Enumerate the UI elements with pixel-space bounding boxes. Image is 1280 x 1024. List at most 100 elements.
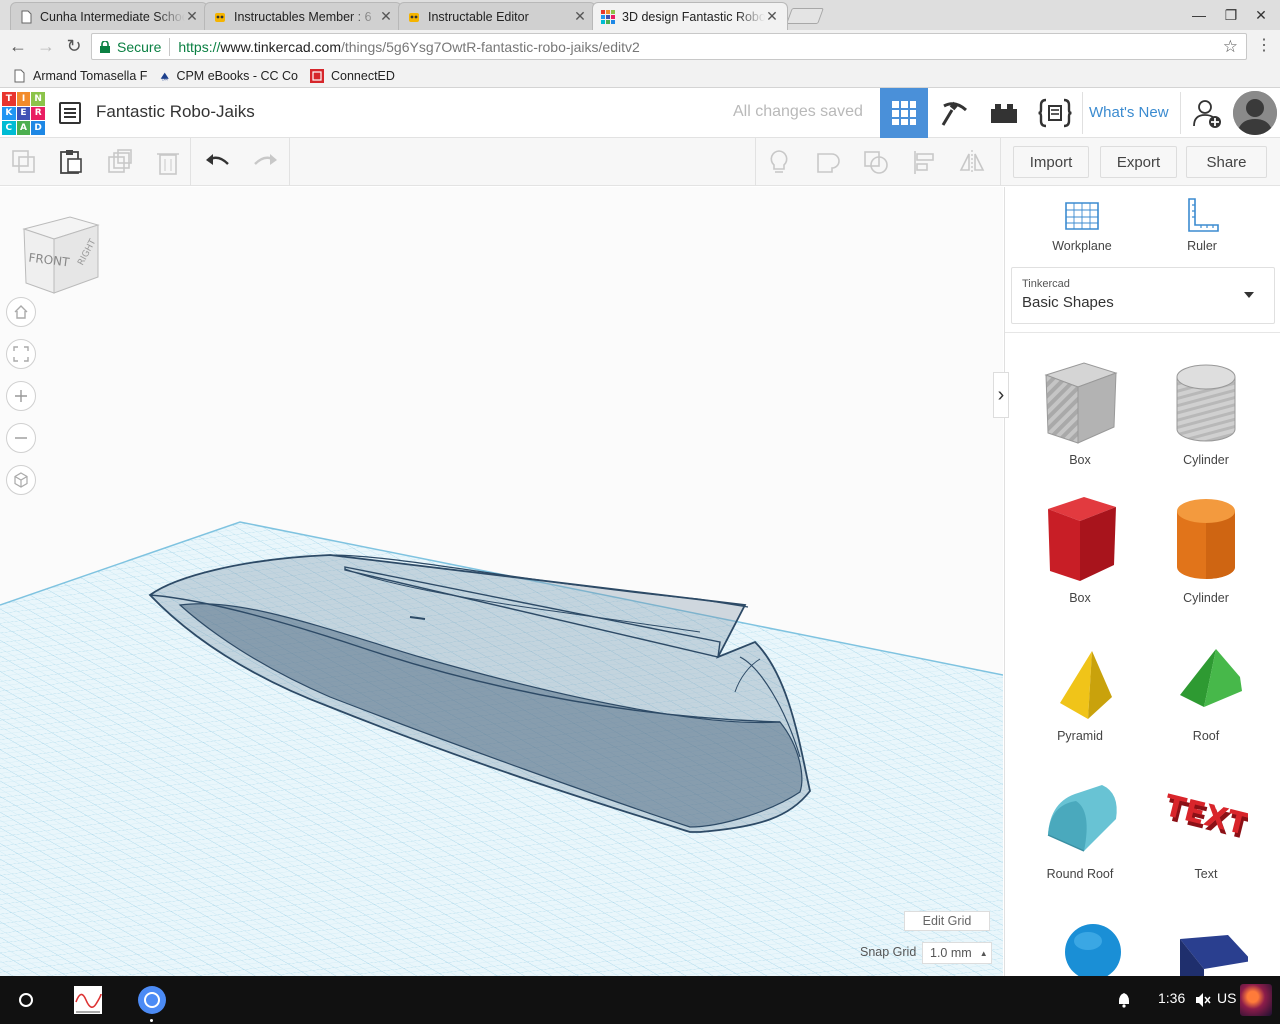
- browser-toolbar: ← → ↻ Secure https://www.tinkercad.com/t…: [0, 30, 1280, 63]
- group-icon[interactable]: [814, 148, 842, 176]
- minimize-icon[interactable]: —: [1190, 6, 1208, 24]
- tab-title: Instructable Editor: [428, 9, 529, 24]
- copy-icon[interactable]: [10, 148, 38, 176]
- clock[interactable]: 1:36: [1158, 990, 1185, 1006]
- export-button[interactable]: Export: [1100, 146, 1177, 178]
- design-title[interactable]: Fantastic Robo-Jaiks: [96, 102, 255, 122]
- browser-tab[interactable]: Instructables Member : 6 ✕: [204, 2, 402, 30]
- notification-bell-icon[interactable]: [1117, 992, 1131, 1008]
- back-arrow-icon[interactable]: ←: [6, 34, 30, 58]
- bricks-mode-button[interactable]: [980, 88, 1028, 138]
- cube-outline-icon: [14, 472, 28, 488]
- close-window-icon[interactable]: ✕: [1252, 6, 1270, 24]
- bookmark-label: CPM eBooks - CC Co: [176, 69, 298, 83]
- paste-icon[interactable]: [57, 148, 85, 176]
- duplicate-icon[interactable]: [106, 148, 134, 176]
- launcher-icon[interactable]: [10, 984, 42, 1016]
- new-tab-button[interactable]: [786, 8, 824, 24]
- whats-new-link[interactable]: What's New: [1089, 104, 1169, 121]
- divider: [1180, 92, 1181, 134]
- edit-grid-button[interactable]: Edit Grid: [904, 911, 990, 931]
- restore-icon[interactable]: ❐: [1222, 6, 1240, 24]
- bookmark-item[interactable]: ConnectED: [310, 67, 395, 85]
- workplane-tool[interactable]: Workplane: [1042, 197, 1122, 253]
- shape-sphere[interactable]: [1025, 909, 1135, 976]
- 3d-workspace[interactable]: FRONT RIGHT Edit Grid Snap Grid 1.0 mm ▲: [0, 187, 1003, 976]
- import-button[interactable]: Import: [1013, 146, 1089, 178]
- ungroup-icon[interactable]: [862, 148, 890, 176]
- instructables-robot-icon: [409, 12, 419, 22]
- browser-tab[interactable]: Cunha Intermediate School ✕: [10, 2, 208, 30]
- muted-volume-icon[interactable]: [1195, 992, 1211, 1008]
- close-tab-icon[interactable]: ✕: [573, 8, 587, 25]
- address-bar[interactable]: Secure https://www.tinkercad.com/things/…: [91, 33, 1247, 60]
- browser-tab[interactable]: Instructable Editor ✕: [398, 2, 596, 30]
- graphing-app-icon[interactable]: [72, 984, 104, 1016]
- snap-grid-select[interactable]: 1.0 mm ▲: [922, 942, 992, 964]
- bookmark-item[interactable]: CPM CPM eBooks - CC Co: [160, 67, 298, 85]
- library-name: Basic Shapes: [1022, 294, 1114, 311]
- align-icon[interactable]: [911, 148, 939, 176]
- bookmark-item[interactable]: Armand Tomasella F: [12, 67, 148, 85]
- close-tab-icon[interactable]: ✕: [765, 8, 779, 25]
- codeblocks-button[interactable]: [1030, 88, 1080, 138]
- delete-icon[interactable]: [154, 148, 182, 176]
- close-tab-icon[interactable]: ✕: [379, 8, 393, 25]
- save-status: All changes saved: [733, 103, 863, 120]
- instructables-robot-icon: [215, 12, 225, 22]
- home-view-button[interactable]: [6, 297, 36, 327]
- 3d-view-button[interactable]: [880, 88, 928, 138]
- shape-cylinder-hole[interactable]: Cylinder: [1151, 357, 1261, 467]
- shape-cylinder[interactable]: Cylinder: [1151, 495, 1261, 605]
- divider: [190, 138, 191, 186]
- shape-library-select[interactable]: Tinkercad Basic Shapes: [1011, 267, 1275, 324]
- shape-text[interactable]: TEXT TEXT Text: [1151, 771, 1261, 881]
- close-tab-icon[interactable]: ✕: [185, 8, 199, 25]
- shape-pyramid[interactable]: Pyramid: [1025, 633, 1135, 743]
- browser-tab-active[interactable]: 3D design Fantastic Robo-Jaiks | Tinkerc…: [592, 2, 788, 30]
- user-account-avatar[interactable]: [1240, 984, 1272, 1016]
- reload-icon[interactable]: ↻: [62, 34, 86, 58]
- minus-icon: [15, 437, 27, 439]
- forward-arrow-icon[interactable]: →: [34, 34, 58, 58]
- add-user-button[interactable]: [1186, 88, 1228, 138]
- workplane-grid[interactable]: [0, 187, 1003, 976]
- zoom-in-button[interactable]: [6, 381, 36, 411]
- box-hole-icon: [1044, 362, 1118, 444]
- library-source-label: Tinkercad: [1022, 278, 1070, 290]
- input-method[interactable]: US: [1217, 990, 1236, 1006]
- view-cube[interactable]: FRONT RIGHT: [20, 215, 102, 297]
- stepper-arrow-icon: ▲: [979, 948, 988, 958]
- page-icon: [21, 10, 32, 23]
- bookmark-star-icon[interactable]: ☆: [1223, 37, 1238, 57]
- chrome-menu-icon[interactable]: ⋮: [1252, 34, 1276, 58]
- fit-view-button[interactable]: [6, 339, 36, 369]
- design-menu-icon[interactable]: [59, 102, 81, 124]
- undo-icon[interactable]: [204, 148, 232, 176]
- lightbulb-icon[interactable]: [765, 148, 793, 176]
- shape-roof[interactable]: Roof: [1151, 633, 1261, 743]
- shape-round-roof[interactable]: Round Roof: [1025, 771, 1135, 881]
- logo-letter: N: [31, 92, 45, 106]
- chrome-browser-icon[interactable]: [136, 984, 168, 1016]
- shape-box-hole[interactable]: Box: [1025, 357, 1135, 467]
- dropdown-caret-icon: [1244, 292, 1254, 298]
- code-blocks-icon: [1038, 98, 1072, 128]
- url-domain: www.tinkercad.com: [220, 38, 341, 55]
- avatar[interactable]: [1233, 91, 1277, 135]
- perspective-button[interactable]: [6, 465, 36, 495]
- share-button[interactable]: Share: [1186, 146, 1267, 178]
- redo-icon[interactable]: [251, 148, 279, 176]
- shape-prism[interactable]: [1151, 909, 1261, 976]
- blocks-mode-button[interactable]: [930, 88, 978, 138]
- running-indicator: [150, 1019, 153, 1022]
- shape-box[interactable]: Box: [1025, 495, 1135, 605]
- zoom-out-button[interactable]: [6, 423, 36, 453]
- orange-cylinder-icon: [1177, 499, 1235, 579]
- shape-label: Text: [1194, 867, 1218, 881]
- grid-icon: [892, 101, 916, 125]
- collapse-panel-button[interactable]: ›: [993, 372, 1009, 418]
- ruler-tool[interactable]: Ruler: [1162, 197, 1242, 253]
- mirror-icon[interactable]: [958, 148, 986, 176]
- tinkercad-logo[interactable]: TIN KER CAD: [2, 92, 45, 135]
